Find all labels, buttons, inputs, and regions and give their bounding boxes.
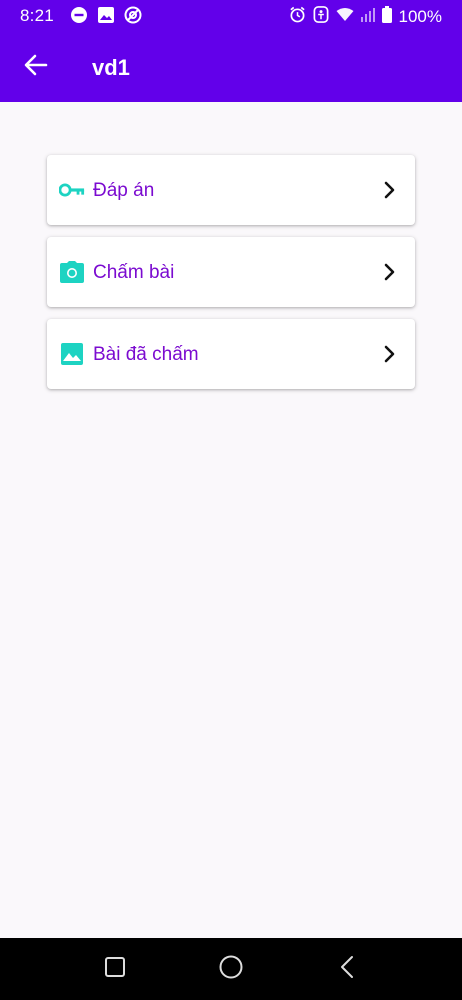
back-button[interactable] xyxy=(18,49,54,85)
system-navigation-bar xyxy=(0,938,462,1000)
key-icon xyxy=(59,178,85,202)
signal-icon xyxy=(360,7,375,27)
alarm-icon xyxy=(289,6,306,28)
app-notification-icon xyxy=(124,6,142,29)
chevron-right-icon xyxy=(383,345,397,363)
menu-item-label: Chấm bài xyxy=(93,262,175,283)
home-button[interactable] xyxy=(218,954,244,985)
chevron-right-icon xyxy=(383,181,397,199)
accessibility-icon xyxy=(313,6,329,28)
menu-item-answer-key[interactable]: Đáp án xyxy=(47,155,415,225)
status-bar: 8:21 100% xyxy=(0,0,462,31)
recents-button[interactable] xyxy=(102,956,128,982)
app-bar: vd1 xyxy=(0,31,462,102)
menu-item-label: Đáp án xyxy=(93,180,155,201)
back-chevron-icon xyxy=(339,955,355,984)
home-circle-icon xyxy=(218,954,244,985)
status-right-icons: 100% xyxy=(289,6,442,28)
recents-square-icon xyxy=(104,956,126,983)
page-title: vd1 xyxy=(92,55,130,80)
status-time: 8:21 xyxy=(20,6,54,25)
arrow-left-icon xyxy=(24,54,48,81)
image-icon xyxy=(59,342,85,366)
chevron-right-icon xyxy=(383,263,397,281)
image-icon xyxy=(97,6,115,29)
battery-icon xyxy=(381,6,392,28)
wifi-icon xyxy=(336,7,354,27)
menu-item-label: Bài đã chấm xyxy=(93,344,199,365)
do-not-disturb-icon xyxy=(70,6,88,29)
status-left-icons xyxy=(70,6,142,29)
menu-item-graded[interactable]: Bài đã chấm xyxy=(47,319,415,389)
menu-item-grade[interactable]: Chấm bài xyxy=(47,237,415,307)
camera-icon xyxy=(59,260,85,284)
battery-percent: 100% xyxy=(398,7,442,26)
nav-back-button[interactable] xyxy=(334,955,360,984)
